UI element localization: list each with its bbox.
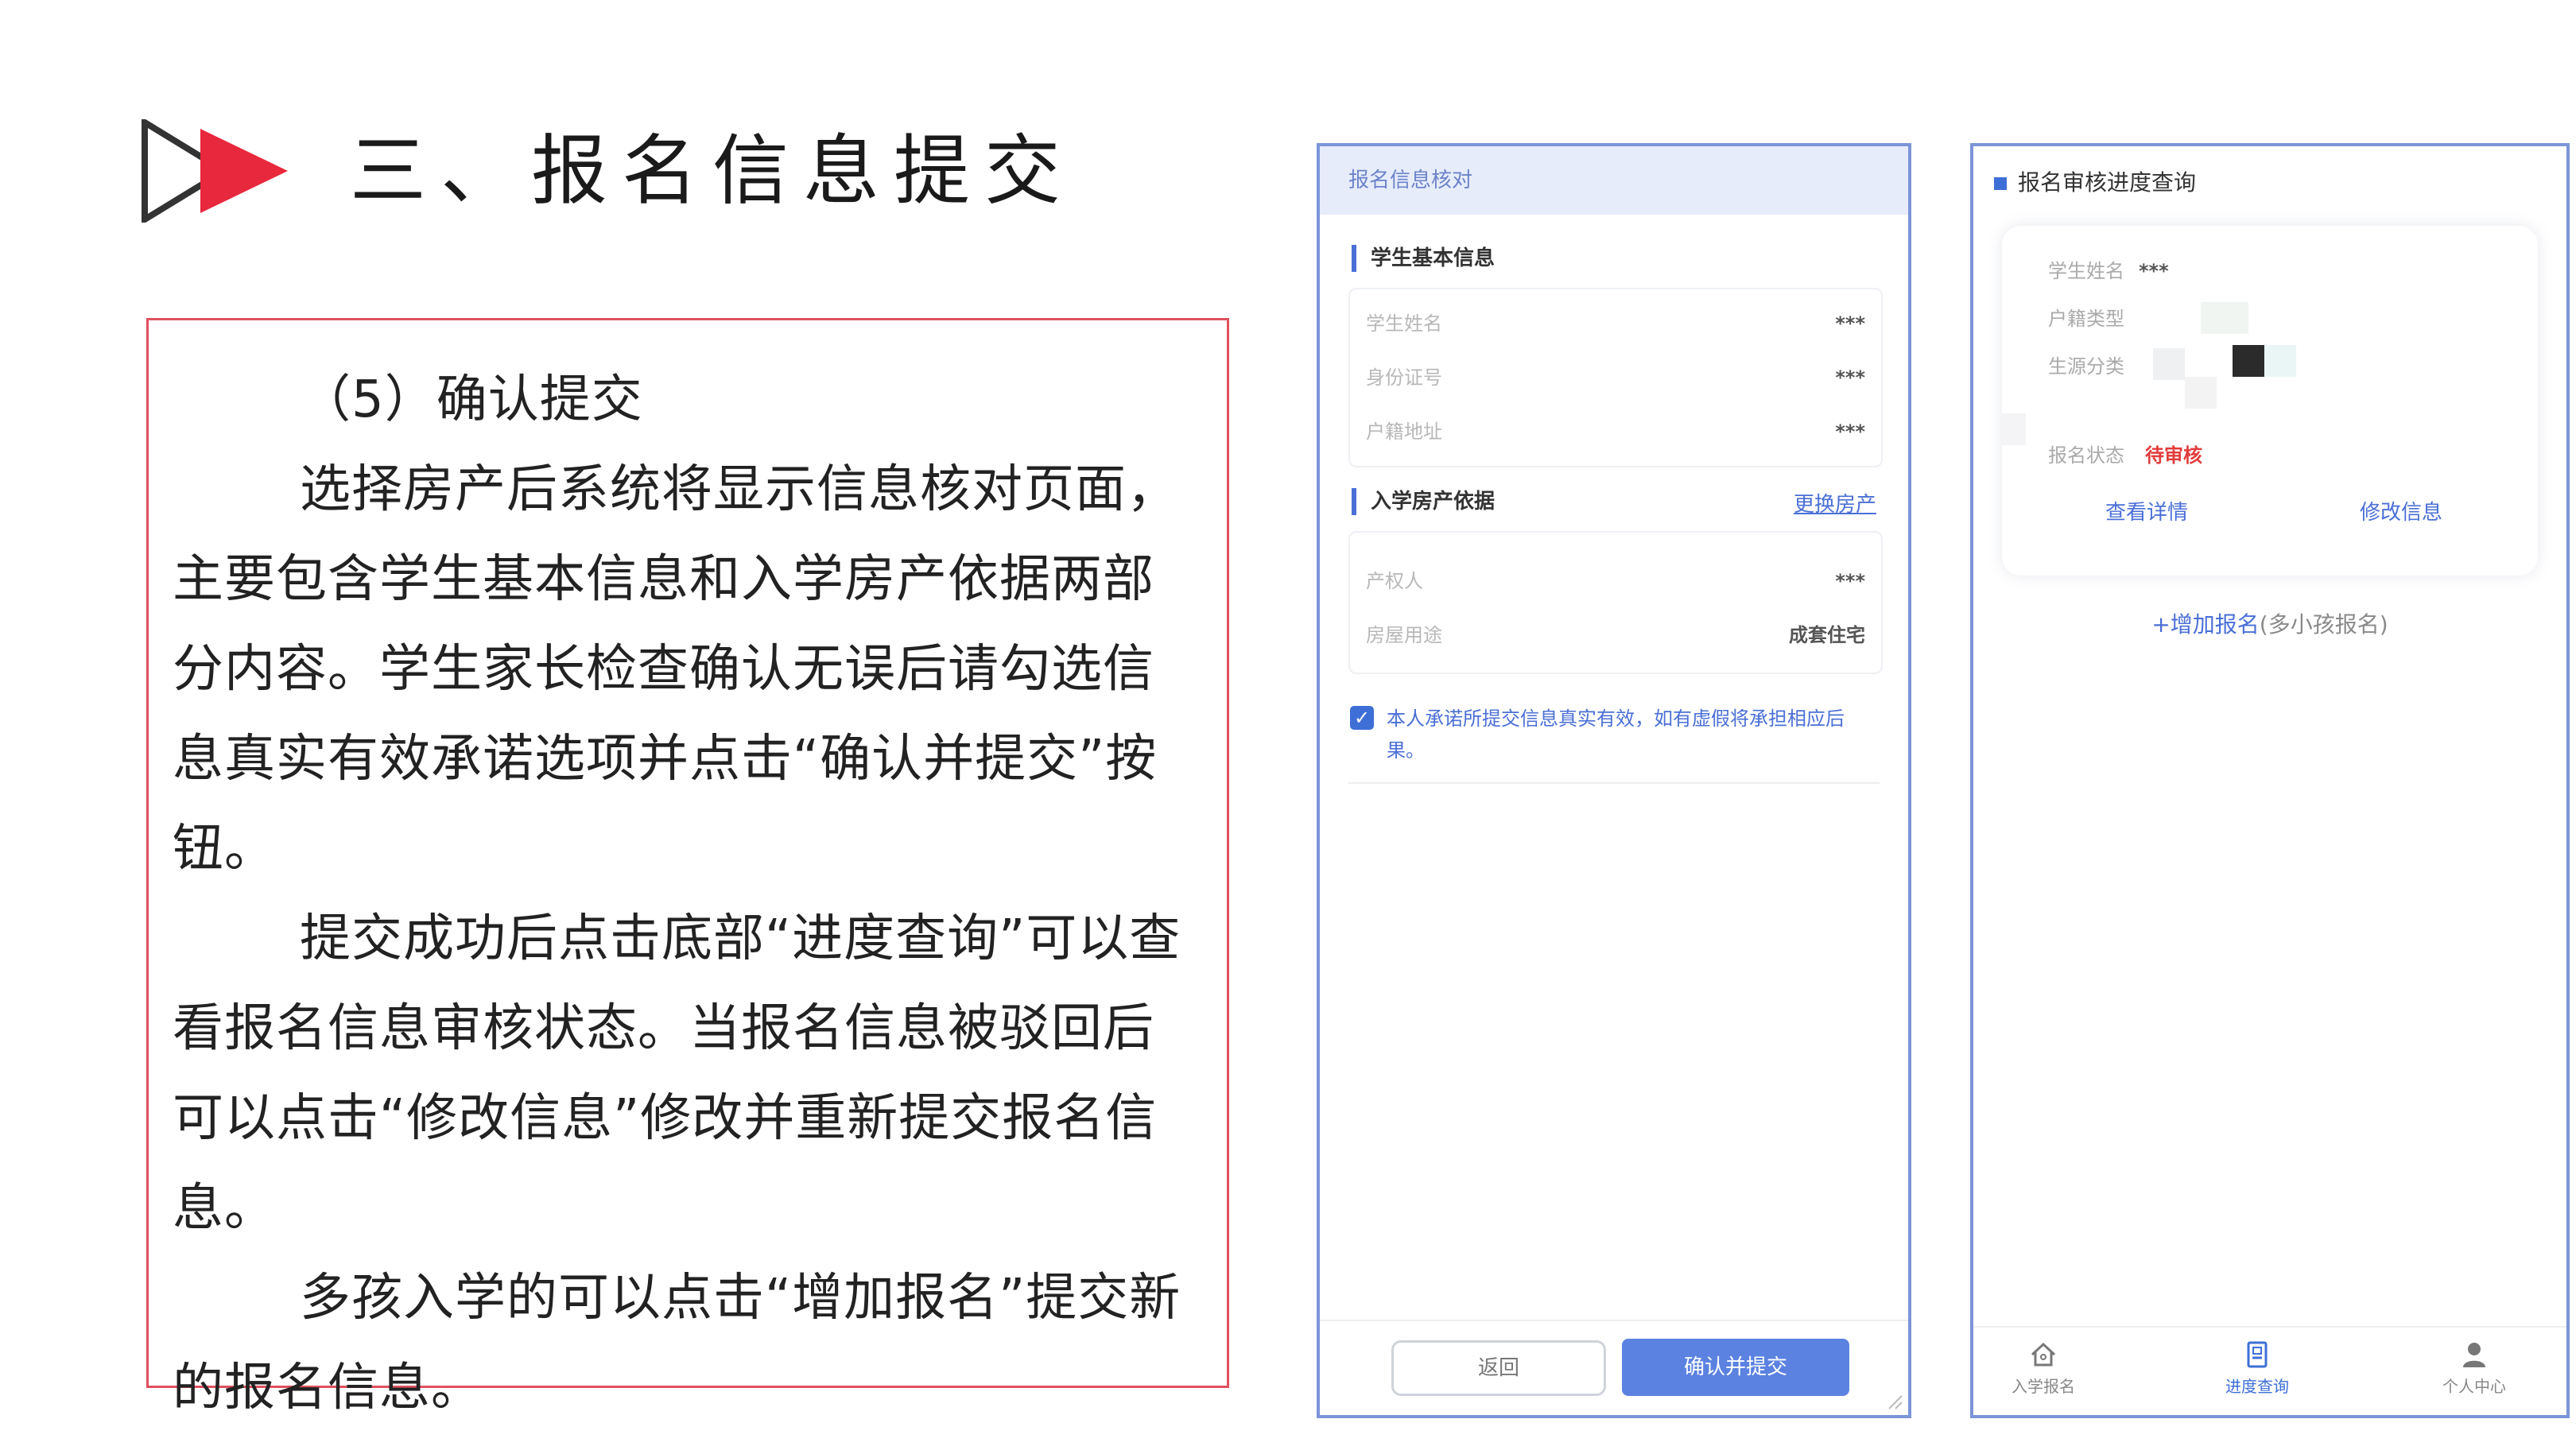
redacted-block xyxy=(2201,302,2248,334)
info-row: 生源分类 xyxy=(2048,353,2124,380)
redacted-block xyxy=(2153,348,2185,380)
page-title: 三、报名信息提交 xyxy=(350,126,1075,215)
info-row: 户籍地址 *** xyxy=(1366,418,1865,445)
add-registration-label: +增加报名 xyxy=(2151,611,2260,638)
instruction-paragraph-2: 提交成功后点击底部“进度查询”可以查看报名信息审核状态。当报名信息被驳回后可以点… xyxy=(173,909,1181,1238)
row-value: *** xyxy=(2139,260,2169,282)
verify-page-screenshot: 报名信息核对 学生基本信息 学生姓名 *** 身份证号 *** 户籍地址 ***… xyxy=(1317,143,1911,1418)
status-row: 报名状态 待审核 xyxy=(2048,442,2202,469)
instruction-heading: （5）确认提交 xyxy=(300,370,643,429)
info-row: 户籍类型 xyxy=(2048,305,2124,332)
nav-label: 入学报名 xyxy=(2012,1377,2075,1396)
info-row: 房屋用途 成套住宅 xyxy=(1366,622,1865,649)
row-label: 房屋用途 xyxy=(1366,624,1442,646)
confirm-submit-button[interactable]: 确认并提交 xyxy=(1622,1339,1849,1396)
row-label: 身份证号 xyxy=(1366,366,1442,389)
redacted-block xyxy=(2264,345,2296,377)
back-button[interactable]: 返回 xyxy=(1391,1340,1606,1396)
row-value: *** xyxy=(1835,570,1865,592)
status-label: 报名状态 xyxy=(2048,444,2124,467)
action-bar: 返回 确认并提交 xyxy=(1320,1320,1908,1415)
nav-label: 个人中心 xyxy=(2442,1377,2506,1396)
nav-item-profile[interactable]: 个人中心 xyxy=(2411,1339,2538,1397)
nav-item-enroll[interactable]: 入学报名 xyxy=(1980,1339,2107,1397)
info-row: 产权人 *** xyxy=(1366,568,1865,595)
change-property-link[interactable]: 更换房产 xyxy=(1794,488,1876,518)
property-info-card: 产权人 *** 房屋用途 成套住宅 xyxy=(1348,531,1883,674)
instruction-paragraph-1: 选择房产后系统将显示信息核对页面，主要包含学生基本信息和入学房产依据两部分内容。… xyxy=(173,460,1178,878)
instruction-panel: （5）确认提交 选择房产后系统将显示信息核对页面，主要包含学生基本信息和入学房产… xyxy=(146,318,1229,1417)
row-label: 户籍类型 xyxy=(2048,308,2124,330)
nav-label: 进度查询 xyxy=(2225,1377,2289,1396)
instruction-paragraph-3: 多孩入学的可以点击“增加报名”提交新的报名信息。 xyxy=(173,1269,1181,1417)
agreement-text: 本人承诺所提交信息真实有效，如有虚假将承担相应后果。 xyxy=(1387,708,1845,762)
progress-title-text: 报名审核进度查询 xyxy=(2018,169,2197,196)
agreement-row: ✓ 本人承诺所提交信息真实有效，如有虚假将承担相应后果。 xyxy=(1350,703,1867,766)
user-icon xyxy=(2463,1343,2485,1367)
add-registration-link[interactable]: +增加报名(多小孩报名) xyxy=(1973,607,2566,639)
progress-page-title: 报名审核进度查询 xyxy=(1994,167,2196,199)
bottom-navigation: 入学报名 进度查询 个人中心 xyxy=(1973,1326,2566,1415)
info-row: 学生姓名 *** xyxy=(2048,258,2169,285)
redacted-block xyxy=(2185,377,2217,409)
redacted-block xyxy=(2002,413,2026,445)
add-registration-note: (多小孩报名) xyxy=(2259,611,2388,638)
redacted-block xyxy=(2233,345,2264,377)
row-value: *** xyxy=(1835,366,1865,389)
title-marker-icon xyxy=(1994,177,2007,190)
row-label: 产权人 xyxy=(1366,570,1423,592)
row-value: *** xyxy=(1835,312,1865,335)
property-section-title: 入学房产依据 xyxy=(1352,488,1495,515)
row-value: 成套住宅 xyxy=(1789,624,1865,646)
info-row: 学生姓名 *** xyxy=(1366,310,1865,337)
divider xyxy=(1348,782,1880,784)
application-card: 学生姓名 *** 户籍类型 生源分类 报名状态 待审核 查看详情 修改信息 xyxy=(2002,226,2538,576)
row-label: 学生姓名 xyxy=(2048,260,2124,282)
row-label: 生源分类 xyxy=(2048,355,2124,378)
row-value: *** xyxy=(1835,421,1865,443)
row-label: 学生姓名 xyxy=(1366,312,1442,335)
info-row: 身份证号 *** xyxy=(1366,364,1865,391)
row-label: 户籍地址 xyxy=(1366,421,1442,443)
view-details-link[interactable]: 查看详情 xyxy=(2105,496,2188,525)
student-info-card: 学生姓名 *** 身份证号 *** 户籍地址 *** xyxy=(1348,288,1883,467)
resize-handle-icon xyxy=(1888,1395,1903,1409)
agreement-checkbox[interactable]: ✓ xyxy=(1350,706,1374,730)
play-arrows-logo xyxy=(142,116,301,226)
nav-item-progress[interactable]: 进度查询 xyxy=(2194,1339,2321,1397)
home-icon xyxy=(2031,1342,2056,1367)
student-info-section-title: 学生基本信息 xyxy=(1352,245,1495,272)
progress-page-screenshot: 报名审核进度查询 学生姓名 *** 户籍类型 生源分类 报名状态 待审核 查看详情 … xyxy=(1970,143,2570,1418)
status-badge: 待审核 xyxy=(2145,444,2202,467)
document-icon xyxy=(2247,1341,2268,1368)
verify-page-header: 报名信息核对 xyxy=(1320,146,1908,215)
modify-info-link[interactable]: 修改信息 xyxy=(2360,496,2442,525)
